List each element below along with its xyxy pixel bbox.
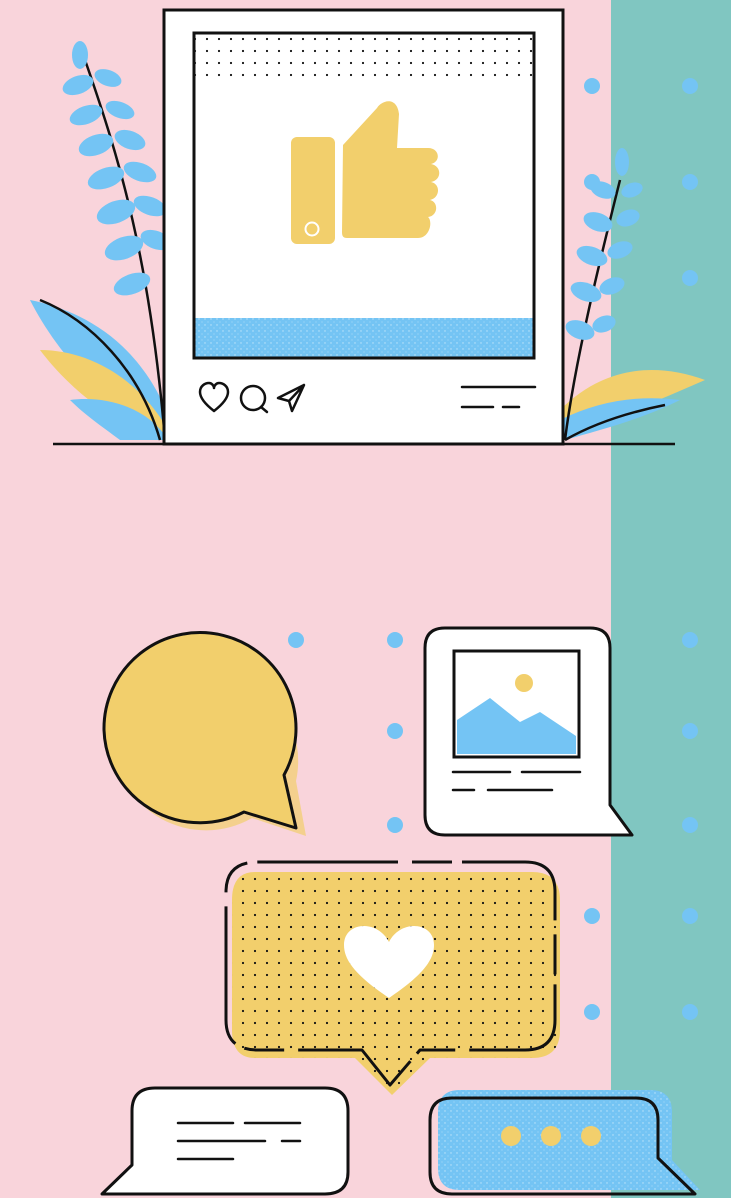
image-message-bubble xyxy=(423,626,634,837)
social-post-card xyxy=(162,8,565,446)
typing-dots-icon xyxy=(501,1126,601,1146)
typing-message-bubble xyxy=(428,1090,700,1196)
illustration-canvas xyxy=(0,0,731,1198)
image-icon xyxy=(452,649,581,759)
social-media-illustration xyxy=(0,0,731,1198)
teal-stripe xyxy=(611,0,731,1198)
post-image xyxy=(192,31,536,360)
text-message-bubble xyxy=(100,1086,350,1196)
